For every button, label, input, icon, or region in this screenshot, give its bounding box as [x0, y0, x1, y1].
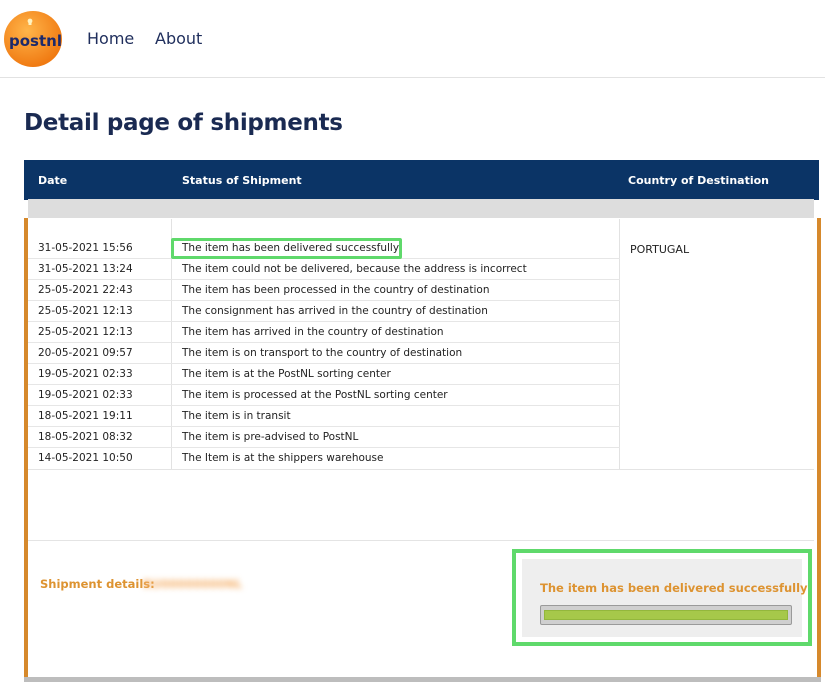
delivery-status-highlight: The item has been delivered successfully — [512, 549, 812, 646]
column-header-date: Date — [38, 174, 68, 187]
table-row: 31-05-2021 13:24 The item could not be de… — [28, 259, 620, 280]
table-spacer — [28, 199, 814, 219]
shipment-id: RU00000000NL — [143, 577, 243, 591]
svg-text:postnl: postnl — [9, 32, 62, 50]
destination-country: PORTUGAL — [630, 243, 690, 256]
delivery-status-text: The item has been delivered successfully — [540, 581, 808, 595]
table-row: 25-05-2021 12:13 The item has arrived in … — [28, 322, 620, 343]
nav-about-link[interactable]: About — [155, 29, 202, 48]
row-date: 25-05-2021 12:13 — [38, 326, 133, 338]
row-date: 14-05-2021 10:50 — [38, 452, 133, 464]
highlight-box — [171, 238, 402, 259]
shipment-details-label: Shipment details: — [40, 577, 155, 591]
row-date: 25-05-2021 22:43 — [38, 284, 133, 296]
row-divider — [28, 540, 814, 541]
table-row: 19-05-2021 02:33 The item is at the PostN… — [28, 364, 620, 385]
status-rows: 31-05-2021 15:56 The item has been delive… — [28, 238, 620, 469]
table-row: 18-05-2021 19:11 The item is in transit — [28, 406, 620, 427]
delivery-progress-fill — [544, 610, 788, 620]
table-row: 19-05-2021 02:33 The item is processed at… — [28, 385, 620, 406]
row-divider — [28, 469, 814, 470]
table-row: 20-05-2021 09:57 The item is on transport… — [28, 343, 620, 364]
column-header-country: Country of Destination — [628, 174, 769, 187]
row-date: 25-05-2021 12:13 — [38, 305, 133, 317]
table-row: 14-05-2021 10:50 The Item is at the shipp… — [28, 448, 620, 469]
page-title: Detail page of shipments — [24, 110, 343, 136]
row-date: 19-05-2021 02:33 — [38, 368, 133, 380]
row-status: The item is processed at the PostNL sort… — [182, 389, 448, 401]
row-status: The item is at the PostNL sorting center — [182, 368, 391, 380]
row-status: The item is on transport to the country … — [182, 347, 463, 359]
row-status: The item has arrived in the country of d… — [182, 326, 444, 338]
panel-bottom-border — [24, 677, 821, 682]
row-status: The item has been processed in the count… — [182, 284, 490, 296]
table-header: Date Status of Shipment Country of Desti… — [24, 160, 819, 200]
row-status: The item could not be delivered, because… — [182, 263, 527, 275]
row-date: 31-05-2021 13:24 — [38, 263, 133, 275]
table-row: 25-05-2021 22:43 The item has been proces… — [28, 280, 620, 301]
row-status: The item is pre-advised to PostNL — [182, 431, 359, 443]
postnl-logo[interactable]: postnl — [3, 8, 63, 68]
delivery-progress-bar — [540, 605, 792, 625]
row-status: The consignment has arrived in the count… — [182, 305, 488, 317]
row-date: 18-05-2021 19:11 — [38, 410, 133, 422]
row-date: 20-05-2021 09:57 — [38, 347, 133, 359]
delivery-status-box: The item has been delivered successfully — [522, 559, 808, 637]
column-header-status: Status of Shipment — [182, 174, 302, 187]
row-status: The Item is at the shippers warehouse — [182, 452, 384, 464]
top-header: postnl Home About — [0, 0, 825, 78]
row-date: 18-05-2021 08:32 — [38, 431, 133, 443]
row-date: 19-05-2021 02:33 — [38, 389, 133, 401]
row-date: 31-05-2021 15:56 — [38, 242, 133, 254]
table-row: 18-05-2021 08:32 The item is pre-advised … — [28, 427, 620, 448]
row-status: The item is in transit — [182, 410, 291, 422]
nav-home-link[interactable]: Home — [87, 29, 134, 48]
table-row: 25-05-2021 12:13 The consignment has arri… — [28, 301, 620, 322]
